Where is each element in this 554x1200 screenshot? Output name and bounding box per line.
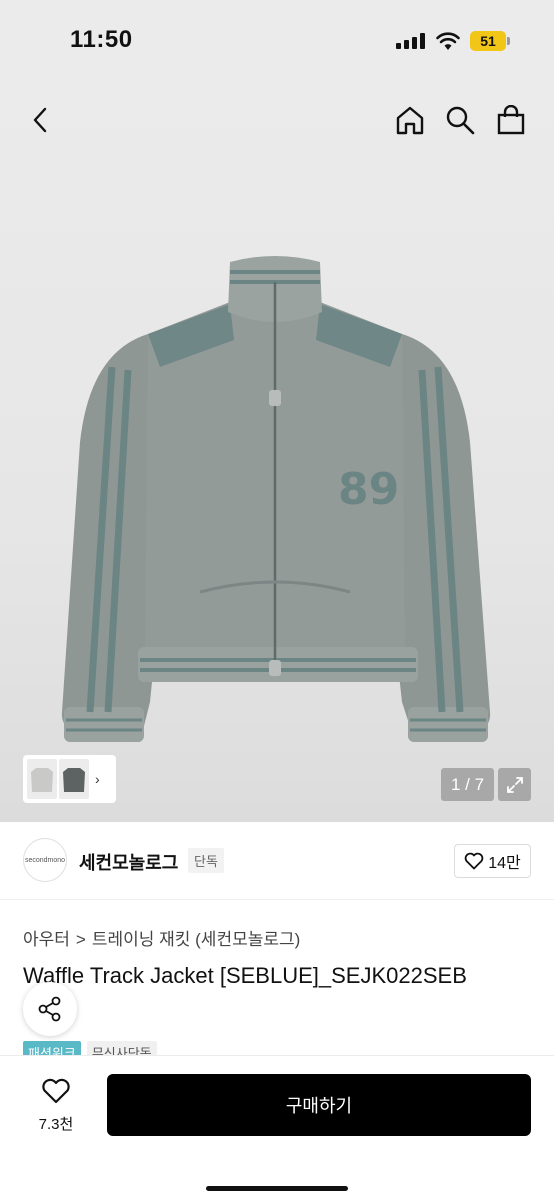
home-button[interactable] — [390, 100, 430, 140]
home-indicator — [206, 1186, 348, 1191]
status-time: 11:50 — [70, 26, 133, 53]
expand-icon — [506, 776, 523, 793]
status-bar: 11:50 51 — [0, 0, 554, 82]
breadcrumb-category[interactable]: 아우터 — [23, 930, 70, 949]
wishlist-button[interactable]: 7.3천 — [22, 1078, 90, 1134]
breadcrumb-separator: > — [75, 930, 86, 949]
chevron-right-icon: › — [95, 771, 100, 787]
home-icon — [396, 106, 424, 135]
breadcrumb-subcategory[interactable]: 트레이닝 재킷 (세컨모놀로그) — [92, 930, 300, 949]
brand-logo[interactable]: secondmono — [23, 838, 67, 882]
brand-row: secondmono 세컨모놀로그 단독 14만 — [0, 822, 554, 900]
thumbnail-image[interactable] — [27, 759, 57, 799]
breadcrumb: 아우터 > 트레이닝 재킷 (세컨모놀로그) — [23, 925, 300, 950]
image-counter: 1 / 7 — [441, 768, 494, 801]
svg-text:89: 89 — [338, 464, 399, 515]
buy-button[interactable]: 구매하기 — [107, 1074, 531, 1136]
battery-tip — [507, 37, 510, 45]
jacket-product-image: 89 — [61, 256, 491, 742]
heart-icon — [42, 1078, 70, 1104]
back-icon — [33, 107, 47, 133]
thumbnail-image[interactable] — [59, 759, 89, 799]
jacket-thumbnail-icon — [63, 768, 85, 792]
brand-like-count: 14만 — [488, 855, 521, 872]
product-title: Waffle Track Jacket [SEBLUE]_SEJK022SEB — [23, 963, 467, 988]
purchase-bar: 7.3천 구매하기 — [0, 1055, 554, 1200]
share-button[interactable] — [23, 982, 77, 1036]
cellular-signal-icon — [396, 33, 426, 49]
shopping-bag-icon — [497, 105, 525, 135]
cart-button[interactable] — [491, 100, 531, 140]
heart-icon — [464, 852, 484, 870]
thumbnail-strip[interactable]: › — [23, 755, 116, 803]
battery-indicator: 51 — [470, 31, 506, 51]
wifi-icon — [436, 32, 460, 50]
wishlist-count: 7.3천 — [38, 1116, 74, 1133]
fullscreen-button[interactable] — [498, 768, 531, 801]
search-button[interactable] — [440, 100, 480, 140]
product-image-gallery[interactable]: 89 › 1 / 7 — [0, 82, 554, 822]
brand-name[interactable]: 세컨모놀로그 — [79, 849, 178, 875]
brand-like-button[interactable]: 14만 — [454, 844, 531, 878]
jacket-thumbnail-icon — [31, 768, 53, 792]
search-icon — [446, 106, 475, 135]
share-icon — [38, 996, 61, 1022]
exclusive-badge: 단독 — [188, 848, 224, 873]
back-button[interactable] — [20, 100, 60, 140]
